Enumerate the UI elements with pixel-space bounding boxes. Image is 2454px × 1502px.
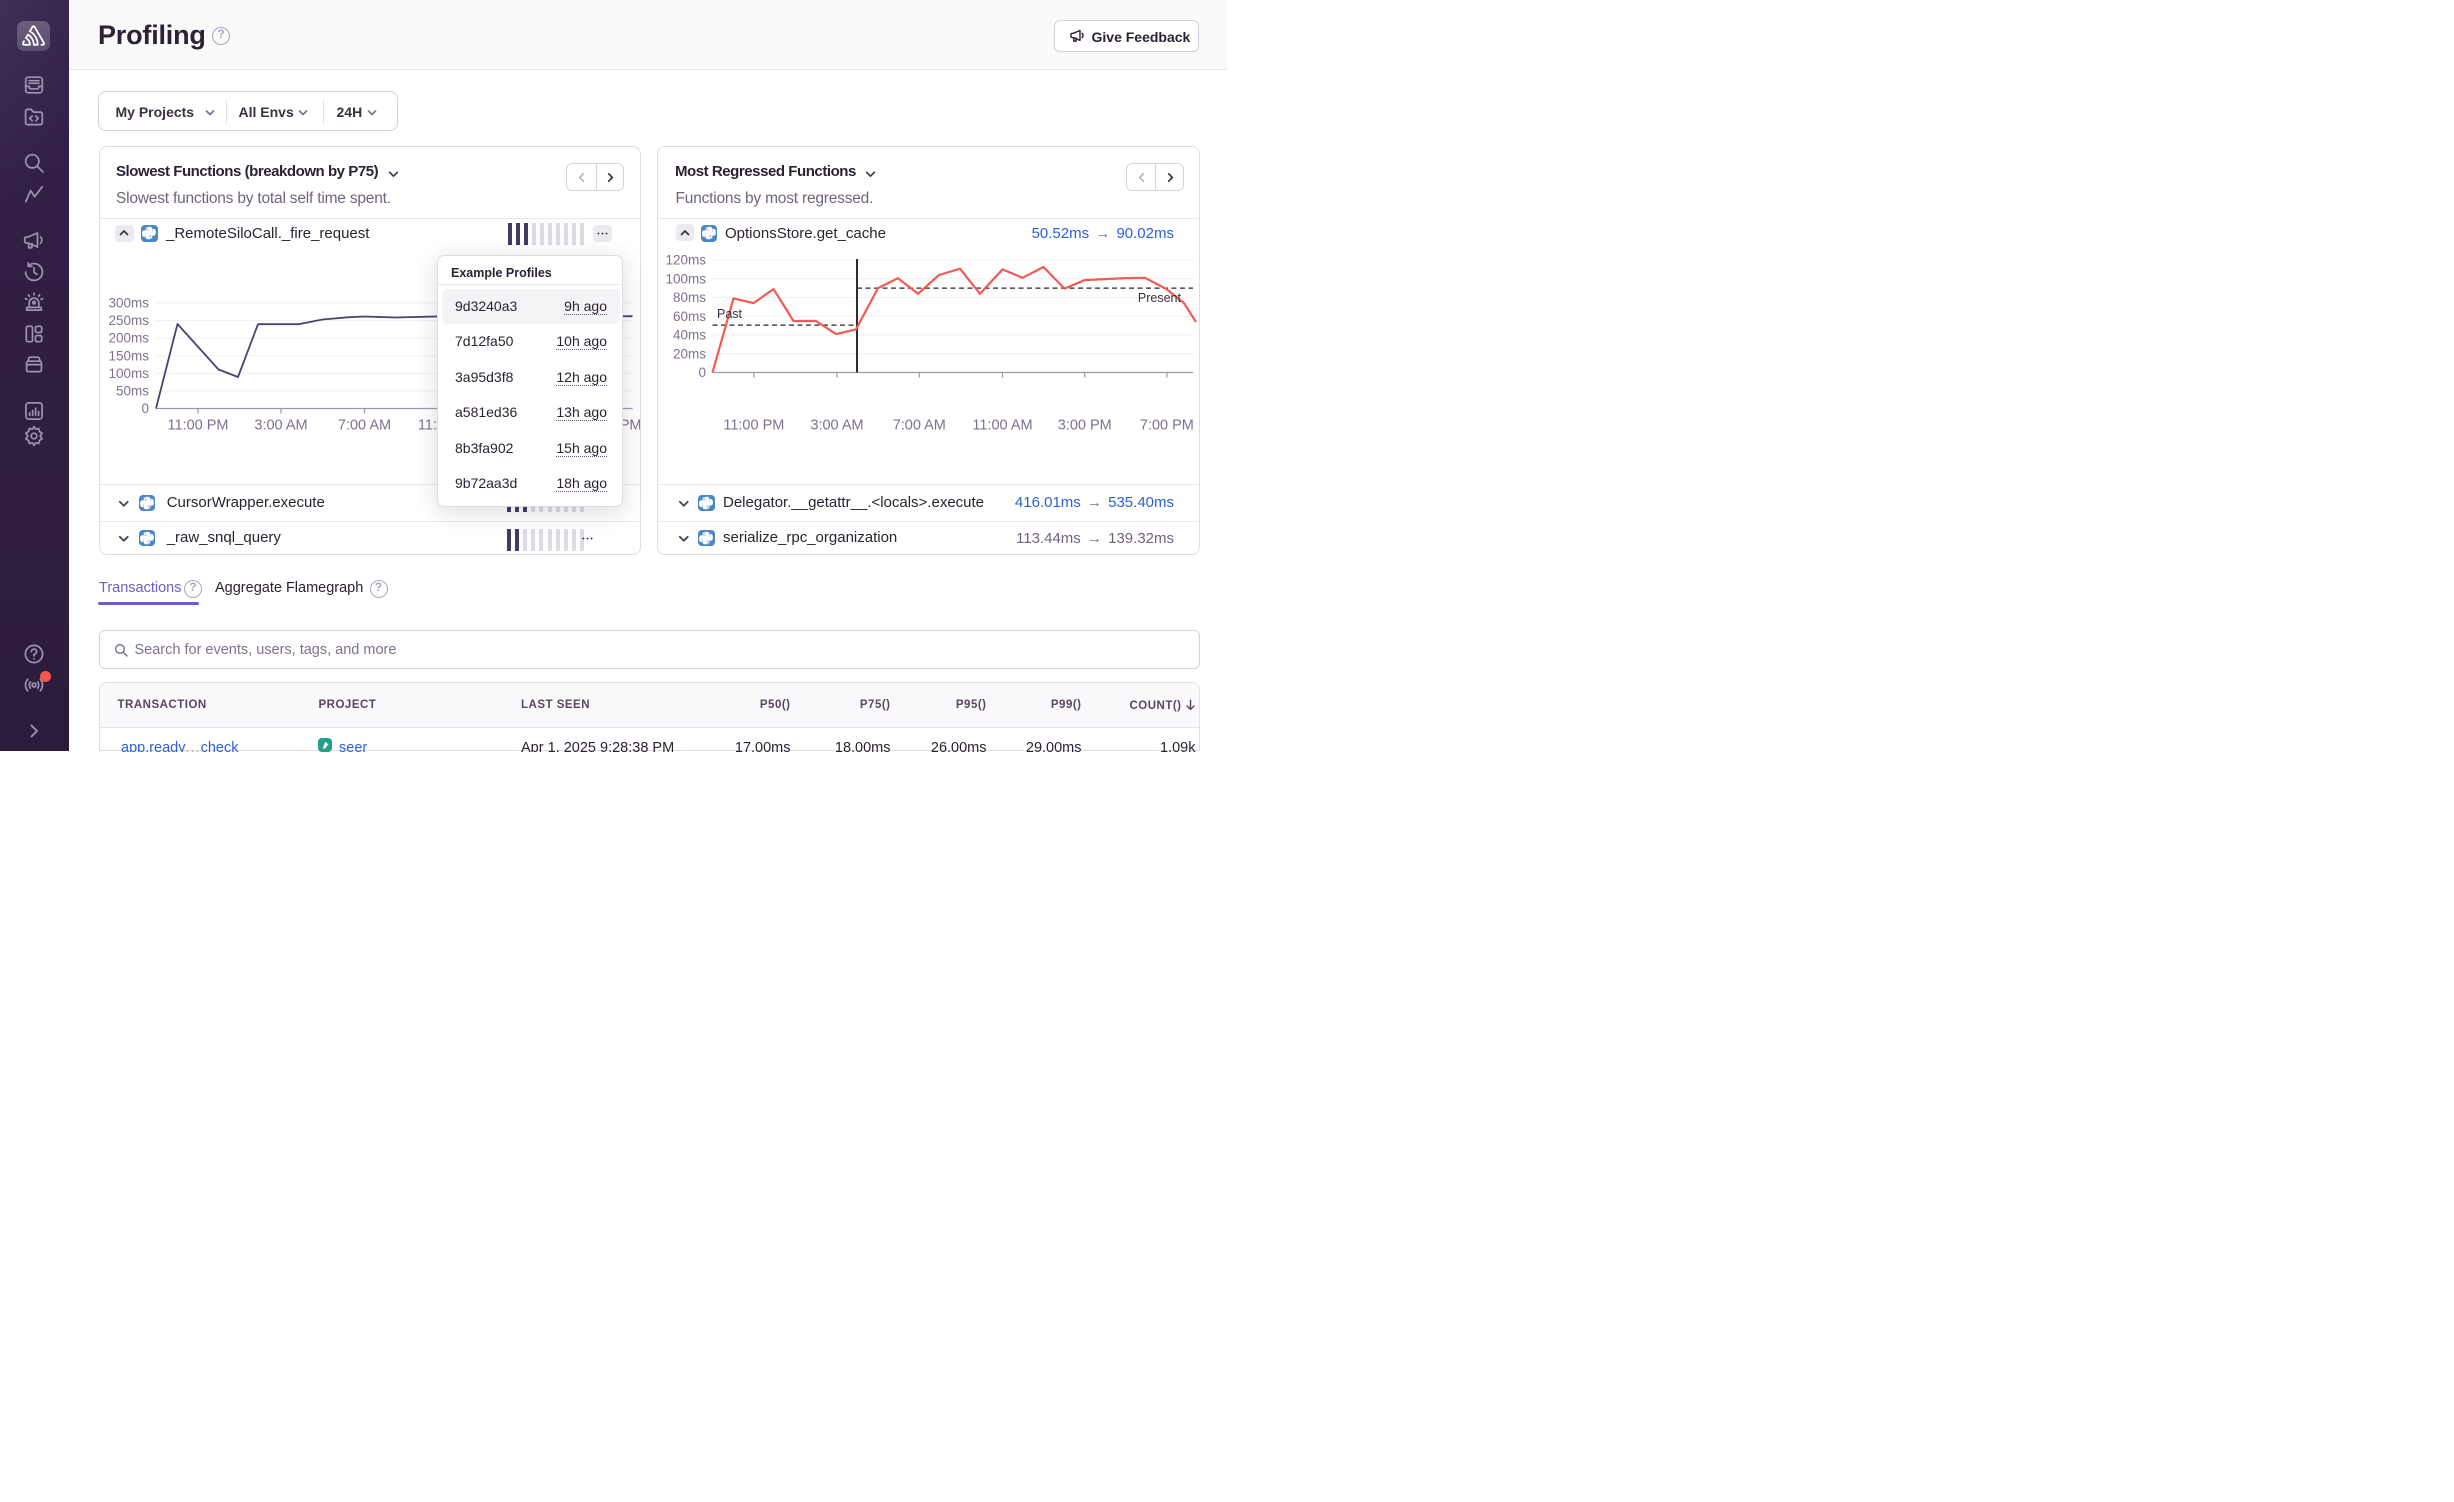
svg-text:3:00 PM: 3:00 PM (1058, 418, 1112, 434)
svg-text:11:00 PM: 11:00 PM (723, 418, 784, 434)
svg-text:50ms: 50ms (115, 384, 148, 399)
svg-text:7:00 AM: 7:00 AM (337, 418, 390, 434)
svg-text:150ms: 150ms (108, 348, 149, 363)
svg-text:250ms: 250ms (108, 313, 149, 328)
svg-text:20ms: 20ms (673, 346, 706, 361)
svg-text:0: 0 (141, 401, 149, 416)
svg-text:11:00 AM: 11:00 AM (972, 418, 1032, 434)
svg-text:7:00 AM: 7:00 AM (893, 418, 946, 434)
svg-text:0: 0 (698, 365, 706, 380)
svg-text:120ms: 120ms (665, 253, 706, 268)
svg-text:100ms: 100ms (665, 271, 706, 286)
svg-text:11:00 PM: 11:00 PM (167, 418, 228, 434)
svg-text:3:00 AM: 3:00 AM (810, 418, 863, 434)
svg-text:Present: Present (1138, 291, 1182, 305)
svg-text:60ms: 60ms (673, 309, 706, 324)
svg-text:40ms: 40ms (673, 328, 706, 343)
svg-text:3:00 AM: 3:00 AM (254, 418, 307, 434)
svg-text:Past: Past (717, 307, 743, 321)
svg-text:7:00 PM: 7:00 PM (1140, 418, 1194, 434)
svg-text:200ms: 200ms (108, 331, 149, 346)
svg-text:300ms: 300ms (108, 296, 149, 311)
svg-text:100ms: 100ms (108, 366, 149, 381)
svg-text:80ms: 80ms (673, 290, 706, 305)
